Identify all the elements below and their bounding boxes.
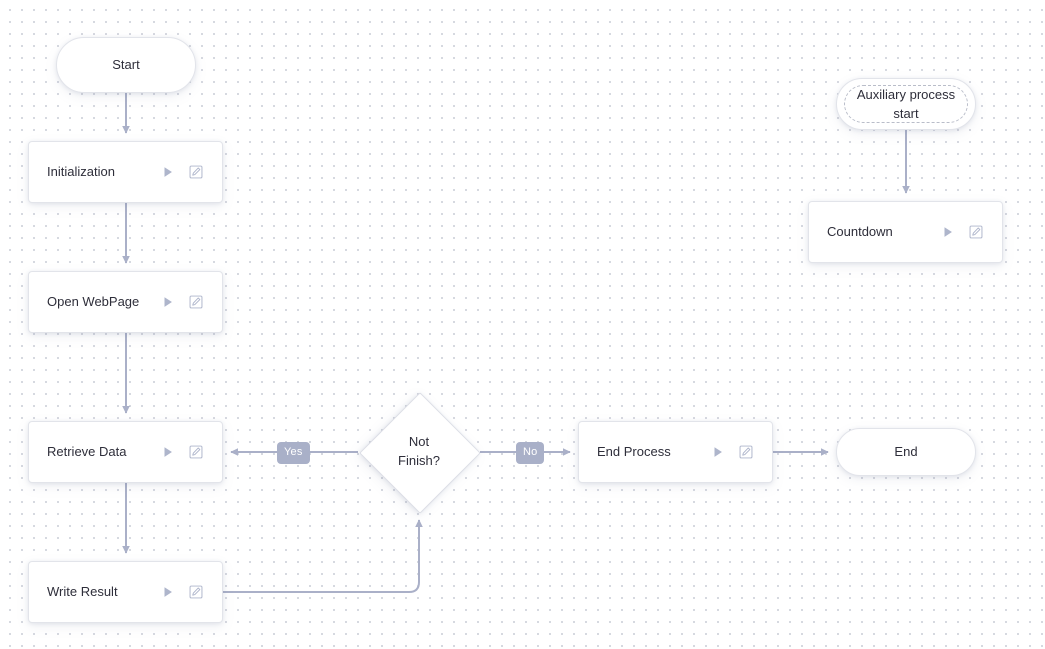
node-end-label: End — [894, 444, 918, 460]
node-initialization-label: Initialization — [47, 164, 115, 180]
flowchart-canvas[interactable]: Yes No Start Initialization Open WebPage — [0, 0, 1045, 649]
node-start-label: Start — [112, 57, 140, 73]
run-icon[interactable] — [710, 444, 726, 460]
run-icon[interactable] — [160, 294, 176, 310]
node-retrieve-data[interactable]: Retrieve Data — [28, 421, 223, 483]
edge-label-yes[interactable]: Yes — [277, 442, 310, 464]
node-countdown[interactable]: Countdown — [808, 201, 1003, 263]
edit-icon[interactable] — [188, 444, 204, 460]
node-end-process[interactable]: End Process — [578, 421, 773, 483]
node-not-finish[interactable]: Not Finish? — [359, 392, 481, 514]
run-icon[interactable] — [160, 584, 176, 600]
edit-icon[interactable] — [188, 164, 204, 180]
run-icon[interactable] — [160, 164, 176, 180]
node-countdown-label: Countdown — [827, 224, 893, 240]
node-not-finish-label: Not Finish? — [398, 434, 440, 468]
node-actions — [160, 164, 204, 180]
node-start[interactable]: Start — [56, 37, 196, 93]
node-auxiliary-process-start[interactable]: Auxiliary process start — [836, 78, 976, 130]
run-icon[interactable] — [940, 224, 956, 240]
node-actions — [710, 444, 754, 460]
node-end[interactable]: End — [836, 428, 976, 476]
edge-write-result-not-finish — [223, 519, 423, 593]
node-end-process-label: End Process — [597, 444, 671, 460]
node-open-webpage[interactable]: Open WebPage — [28, 271, 223, 333]
node-initialization[interactable]: Initialization — [28, 141, 223, 203]
node-write-result[interactable]: Write Result — [28, 561, 223, 623]
edit-icon[interactable] — [188, 584, 204, 600]
node-actions — [160, 294, 204, 310]
run-icon[interactable] — [160, 444, 176, 460]
edge-label-no[interactable]: No — [516, 442, 545, 464]
edit-icon[interactable] — [968, 224, 984, 240]
node-open-webpage-label: Open WebPage — [47, 294, 140, 310]
edit-icon[interactable] — [738, 444, 754, 460]
node-actions — [160, 584, 204, 600]
node-auxiliary-process-start-label: Auxiliary process start — [856, 86, 956, 122]
node-actions — [940, 224, 984, 240]
edit-icon[interactable] — [188, 294, 204, 310]
node-write-result-label: Write Result — [47, 584, 118, 600]
node-actions — [160, 444, 204, 460]
node-retrieve-data-label: Retrieve Data — [47, 444, 127, 460]
